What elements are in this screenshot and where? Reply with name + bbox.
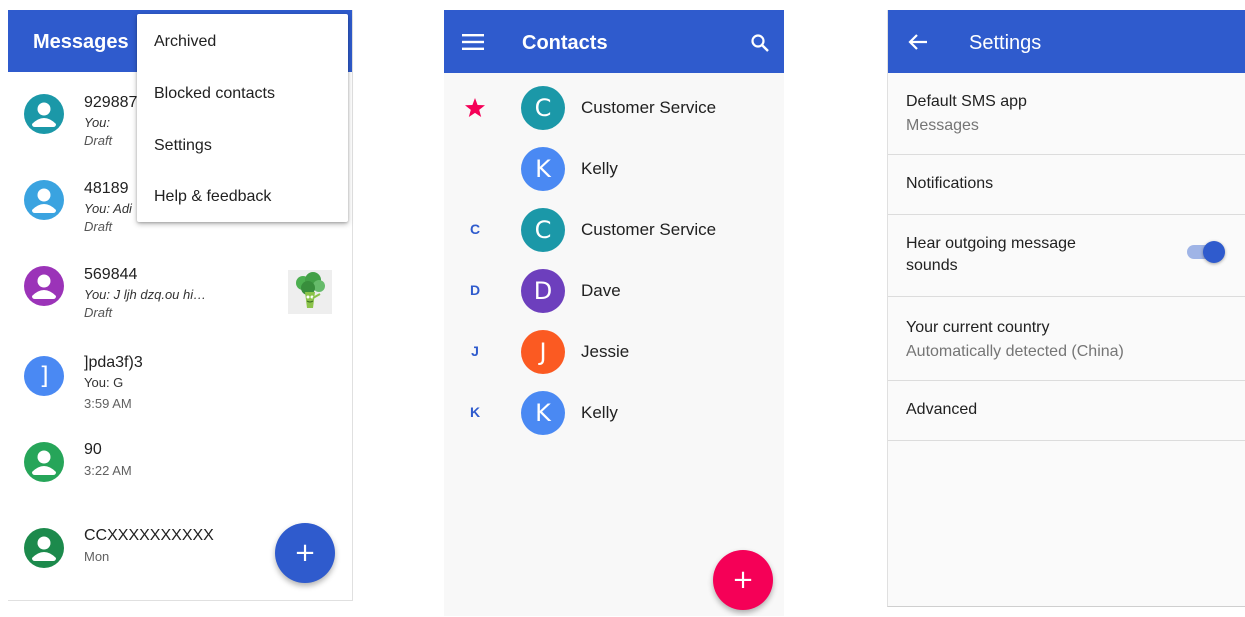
setting-title-line2: sounds — [906, 257, 958, 274]
contacts-title: Contacts — [522, 32, 608, 54]
contact-row[interactable]: C Customer Service — [444, 84, 784, 132]
setting-subtitle: Automatically detected (China) — [906, 343, 1124, 360]
section-letter: K — [469, 404, 481, 420]
menu-item-blocked-contacts[interactable]: Blocked contacts — [154, 85, 275, 103]
conversation-name: ]pda3f)3 — [84, 354, 143, 371]
star-icon — [463, 96, 487, 125]
setting-subtitle: Messages — [906, 117, 979, 134]
menu-item-archived[interactable]: Archived — [154, 33, 216, 51]
conversation-snippet: You: Adi — [84, 201, 132, 216]
plus-icon: + — [732, 565, 754, 595]
contact-avatar: K — [521, 147, 565, 191]
conversation-name: CCXXXXXXXXXX — [84, 527, 214, 544]
conversation-name: 929887 — [84, 94, 138, 111]
contact-avatar: C — [521, 208, 565, 252]
contact-row[interactable]: J J Jessie — [444, 328, 784, 376]
contacts-screen: Contacts C Customer Service K Kelly C C … — [444, 10, 784, 616]
contact-name: Customer Service — [581, 220, 717, 239]
conversation-status: Draft — [84, 219, 113, 234]
setting-title: Advanced — [906, 401, 978, 418]
menu-item-help-feedback[interactable]: Help & feedback — [154, 188, 271, 206]
add-contact-button[interactable]: + — [713, 550, 773, 610]
overflow-menu: Archived Blocked contacts Settings Help … — [137, 14, 348, 222]
conversation-name: 48189 — [84, 180, 129, 197]
person-icon — [24, 528, 64, 568]
broccoli-sticker-icon[interactable] — [288, 270, 332, 314]
setting-notifications[interactable]: Notifications — [888, 155, 1245, 215]
hamburger-icon[interactable] — [458, 30, 488, 54]
contact-row[interactable]: K Kelly — [444, 145, 784, 193]
settings-title: Settings — [969, 32, 1042, 54]
messages-title: Messages — [33, 31, 129, 53]
conversation-status: Draft — [84, 133, 113, 148]
new-conversation-button[interactable]: + — [275, 523, 335, 583]
contacts-app-bar: Contacts — [444, 10, 784, 73]
contact-name: Kelly — [581, 403, 618, 422]
conversation-item[interactable]: 90 3:22 AM — [8, 440, 352, 500]
setting-title: Your current country — [906, 319, 1050, 336]
contact-avatar: D — [521, 269, 565, 313]
contact-row[interactable]: C C Customer Service — [444, 206, 784, 254]
contact-avatar: J — [521, 330, 565, 374]
conversation-snippet: You: — [84, 115, 111, 130]
contact-row[interactable]: D D Dave — [444, 267, 784, 315]
setting-default-sms-app[interactable]: Default SMS app Messages — [888, 73, 1245, 155]
person-icon — [24, 266, 64, 306]
setting-title: Default SMS app — [906, 93, 1027, 110]
settings-screen: Settings Default SMS app Messages Notifi… — [887, 10, 1245, 607]
sound-toggle-thumb[interactable] — [1203, 241, 1225, 263]
conversation-time: 3:22 AM — [84, 463, 132, 478]
setting-title: Hear outgoing message — [906, 235, 1076, 252]
conversation-item[interactable]: 569844 You: J ljh dzq.ou hi… Draft — [8, 266, 352, 342]
contact-row[interactable]: K K Kelly — [444, 389, 784, 437]
contact-name: Customer Service — [581, 98, 717, 117]
section-letter: D — [469, 282, 481, 298]
setting-title: Notifications — [906, 175, 994, 192]
conversation-name: 90 — [84, 441, 102, 458]
person-icon — [24, 94, 64, 134]
conversation-avatar-letter: ] — [24, 356, 64, 396]
person-icon — [24, 180, 64, 220]
conversation-snippet: You: G — [84, 375, 124, 390]
menu-item-settings[interactable]: Settings — [154, 137, 212, 155]
conversation-item[interactable]: ] ]pda3f)3 You: G 3:59 AM — [8, 352, 352, 428]
plus-icon: + — [294, 538, 316, 568]
conversation-time: Mon — [84, 549, 110, 564]
contact-name: Dave — [581, 281, 621, 300]
search-icon[interactable] — [746, 30, 774, 56]
setting-outgoing-sounds[interactable]: Hear outgoing message sounds — [888, 215, 1245, 297]
section-letter: J — [471, 343, 479, 359]
person-icon — [24, 442, 64, 482]
conversation-name: 569844 — [84, 266, 138, 283]
settings-app-bar: Settings — [888, 10, 1245, 73]
contact-name: Kelly — [581, 159, 618, 178]
arrow-back-icon[interactable] — [904, 30, 932, 54]
setting-current-country[interactable]: Your current country Automatically detec… — [888, 297, 1245, 381]
conversation-status: Draft — [84, 305, 113, 320]
setting-advanced[interactable]: Advanced — [888, 381, 1245, 441]
contact-avatar: C — [521, 86, 565, 130]
conversation-time: 3:59 AM — [84, 396, 132, 411]
conversation-snippet: You: J ljh dzq.ou hi… — [84, 287, 207, 302]
contact-name: Jessie — [581, 342, 630, 361]
section-letter: C — [469, 221, 481, 237]
contact-avatar: K — [521, 391, 565, 435]
